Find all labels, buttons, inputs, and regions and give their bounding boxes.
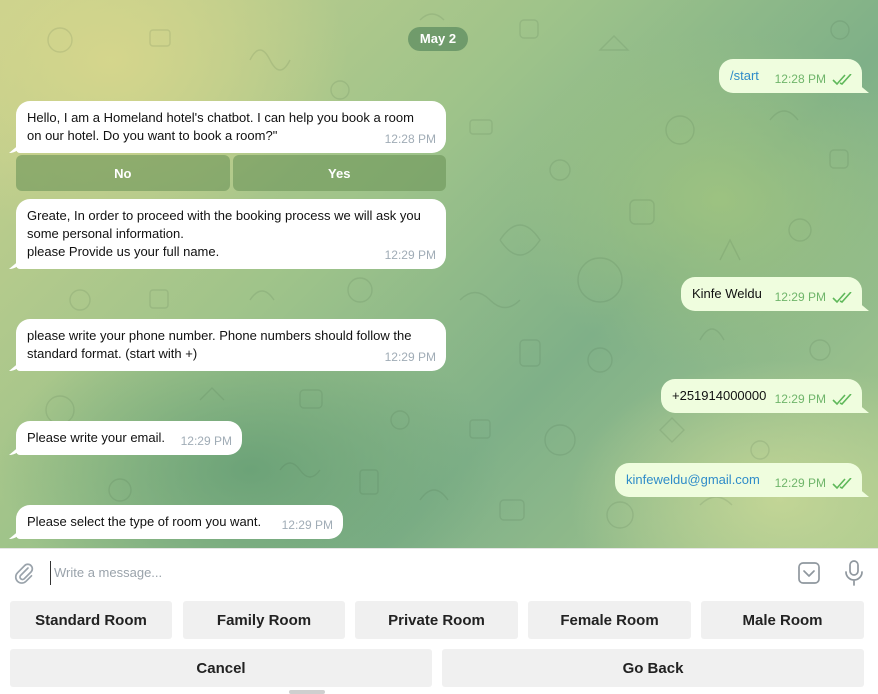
message-time: 12:28 PM <box>774 72 826 86</box>
reply-button-private-room[interactable]: Private Room <box>355 601 518 639</box>
paperclip-icon[interactable] <box>12 561 36 585</box>
chat-area[interactable]: May 2 /start 12:28 PM Hello, I am a Home… <box>0 0 878 548</box>
message-incoming[interactable]: Please write your email. 12:29 PM <box>16 421 242 455</box>
message-time: 12:29 PM <box>384 248 436 262</box>
message-text: please write your phone number. Phone nu… <box>27 328 412 361</box>
date-separator: May 2 <box>408 27 468 51</box>
reply-button-female-room[interactable]: Female Room <box>528 601 691 639</box>
message-outgoing[interactable]: /start 12:28 PM <box>719 59 862 93</box>
message-outgoing[interactable]: Kinfe Weldu 12:29 PM <box>681 277 862 311</box>
inline-button-yes[interactable]: Yes <box>232 155 446 191</box>
reply-button-male-room[interactable]: Male Room <box>701 601 864 639</box>
message-time: 12:29 PM <box>384 350 436 364</box>
message-text[interactable]: kinfeweldu@gmail.com <box>626 472 760 487</box>
double-check-icon <box>832 478 852 490</box>
message-time: 12:29 PM <box>774 290 826 304</box>
message-text: Please select the type of room you want. <box>27 514 262 529</box>
message-input[interactable]: Write a message... <box>50 561 770 585</box>
scrollbar-handle[interactable] <box>289 690 325 694</box>
message-text[interactable]: /start <box>730 68 759 83</box>
reply-button-family-room[interactable]: Family Room <box>183 601 345 639</box>
message-text: Hello, I am a Homeland hotel's chatbot. … <box>27 110 414 143</box>
reply-button-standard-room[interactable]: Standard Room <box>10 601 172 639</box>
message-text: Please write your email. <box>27 430 165 445</box>
inline-button-no[interactable]: No <box>16 155 230 191</box>
message-incoming[interactable]: Please select the type of room you want.… <box>16 505 343 539</box>
message-outgoing[interactable]: +251914000000 12:29 PM <box>661 379 862 413</box>
message-time: 12:29 PM <box>281 518 333 532</box>
message-time: 12:29 PM <box>774 476 826 490</box>
reply-keyboard: Standard Room Family Room Private Room F… <box>0 596 878 694</box>
reply-button-cancel[interactable]: Cancel <box>10 649 432 687</box>
message-text: +251914000000 <box>672 388 767 403</box>
reply-button-go-back[interactable]: Go Back <box>442 649 864 687</box>
message-time: 12:29 PM <box>180 434 232 448</box>
inline-keyboard: No Yes <box>16 155 446 191</box>
double-check-icon <box>832 394 852 406</box>
message-text: Greate, In order to proceed with the boo… <box>27 208 421 259</box>
message-incoming[interactable]: Greate, In order to proceed with the boo… <box>16 199 446 269</box>
message-incoming[interactable]: please write your phone number. Phone nu… <box>16 319 446 371</box>
message-incoming[interactable]: Hello, I am a Homeland hotel's chatbot. … <box>16 101 446 153</box>
double-check-icon <box>832 74 852 86</box>
bot-keyboard-icon[interactable] <box>797 561 821 585</box>
message-text: Kinfe Weldu <box>692 286 762 301</box>
message-outgoing[interactable]: kinfeweldu@gmail.com 12:29 PM <box>615 463 862 497</box>
message-time: 12:29 PM <box>774 392 826 406</box>
microphone-icon[interactable] <box>842 559 866 587</box>
double-check-icon <box>832 292 852 304</box>
message-time: 12:28 PM <box>384 132 436 146</box>
message-composer: Write a message... <box>0 548 878 596</box>
